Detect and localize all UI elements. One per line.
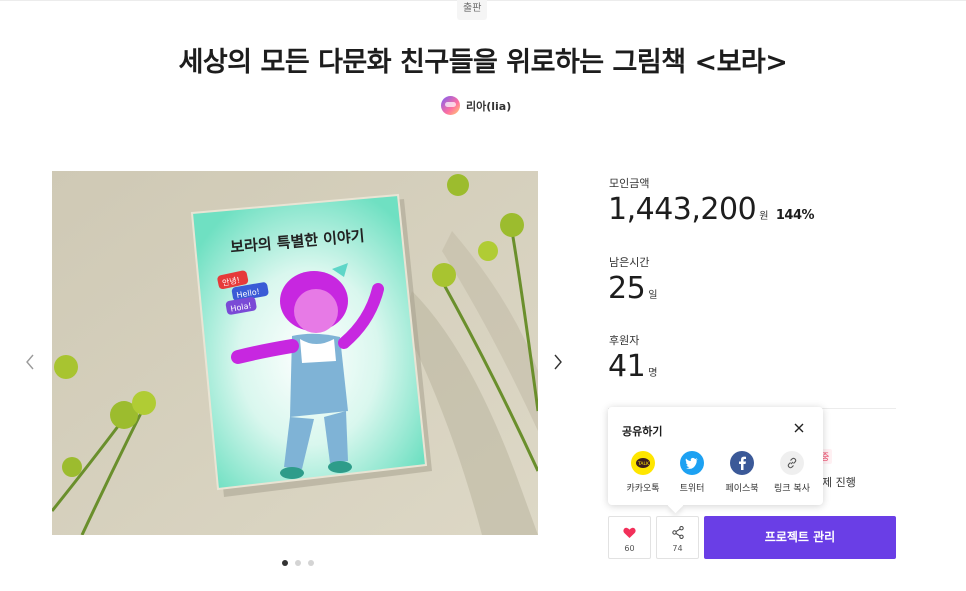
kakaotalk-icon: TALK: [631, 451, 655, 475]
like-button[interactable]: 60: [608, 516, 651, 559]
copy-link-button[interactable]: 링크 복사: [768, 451, 816, 494]
category-tag[interactable]: 출판: [457, 0, 488, 20]
share-item-label: 카카오톡: [626, 484, 660, 494]
remaining-time: 25 일: [608, 271, 657, 306]
share-popup: 공유하기 TALK 카카오톡 트위터 페이스북 링크 복사: [608, 407, 823, 505]
remaining-value: 25: [608, 271, 646, 306]
raised-unit: 원: [759, 211, 768, 222]
link-icon: [780, 451, 804, 475]
raised-label: 모인금액: [609, 177, 650, 190]
share-kakaotalk-button[interactable]: TALK 카카오톡: [619, 451, 667, 494]
creator-info[interactable]: 리아(lia): [441, 96, 511, 115]
chevron-left-icon: [26, 354, 34, 370]
carousel-dot-1[interactable]: [282, 560, 288, 566]
avatar[interactable]: [441, 96, 460, 115]
raised-amount: 1,443,200 원 144%: [608, 192, 815, 227]
close-icon: [794, 423, 804, 433]
backers-label: 후원자: [609, 334, 640, 347]
backers-count: 41 명: [608, 349, 657, 384]
share-count: 74: [672, 544, 683, 553]
share-item-label: 페이스북: [725, 484, 759, 494]
share-item-label: 링크 복사: [774, 484, 810, 494]
carousel-dot-2[interactable]: [295, 560, 301, 566]
backers-unit: 명: [648, 368, 657, 379]
carousel-dot-3[interactable]: [308, 560, 314, 566]
close-button[interactable]: [792, 421, 806, 437]
raised-percent: 144%: [775, 208, 815, 223]
funding-info-text: 제 진행: [822, 476, 856, 489]
carousel-dots: [282, 560, 314, 566]
share-twitter-button[interactable]: 트위터: [668, 451, 716, 494]
raised-value: 1,443,200: [608, 192, 757, 227]
creator-name[interactable]: 리아(lia): [466, 98, 511, 114]
project-title: 세상의 모든 다문화 친구들을 위로하는 그림책 <보라>: [178, 47, 788, 78]
manage-project-button[interactable]: 프로젝트 관리: [704, 516, 896, 559]
share-popup-title: 공유하기: [622, 425, 663, 438]
facebook-icon: [730, 451, 754, 475]
share-icon: [671, 526, 684, 540]
share-button[interactable]: 74: [656, 516, 699, 559]
remaining-unit: 일: [648, 290, 657, 301]
share-facebook-button[interactable]: 페이스북: [718, 451, 766, 494]
carousel-prev-button[interactable]: [24, 352, 38, 374]
book-cover-illustration: 보라의 특별한 이야기 안녕! Hello! Hola!: [52, 171, 538, 535]
share-item-label: 트위터: [679, 484, 705, 494]
carousel-next-button[interactable]: [552, 352, 566, 374]
remaining-label: 남은시간: [609, 256, 650, 269]
twitter-icon: [680, 451, 704, 475]
chevron-right-icon: [554, 354, 562, 370]
like-count: 60: [624, 544, 635, 553]
project-main-image: 보라의 특별한 이야기 안녕! Hello! Hola!: [52, 171, 538, 535]
svg-text:TALK: TALK: [637, 461, 650, 467]
heart-icon: [623, 527, 636, 538]
backers-value: 41: [608, 349, 646, 384]
